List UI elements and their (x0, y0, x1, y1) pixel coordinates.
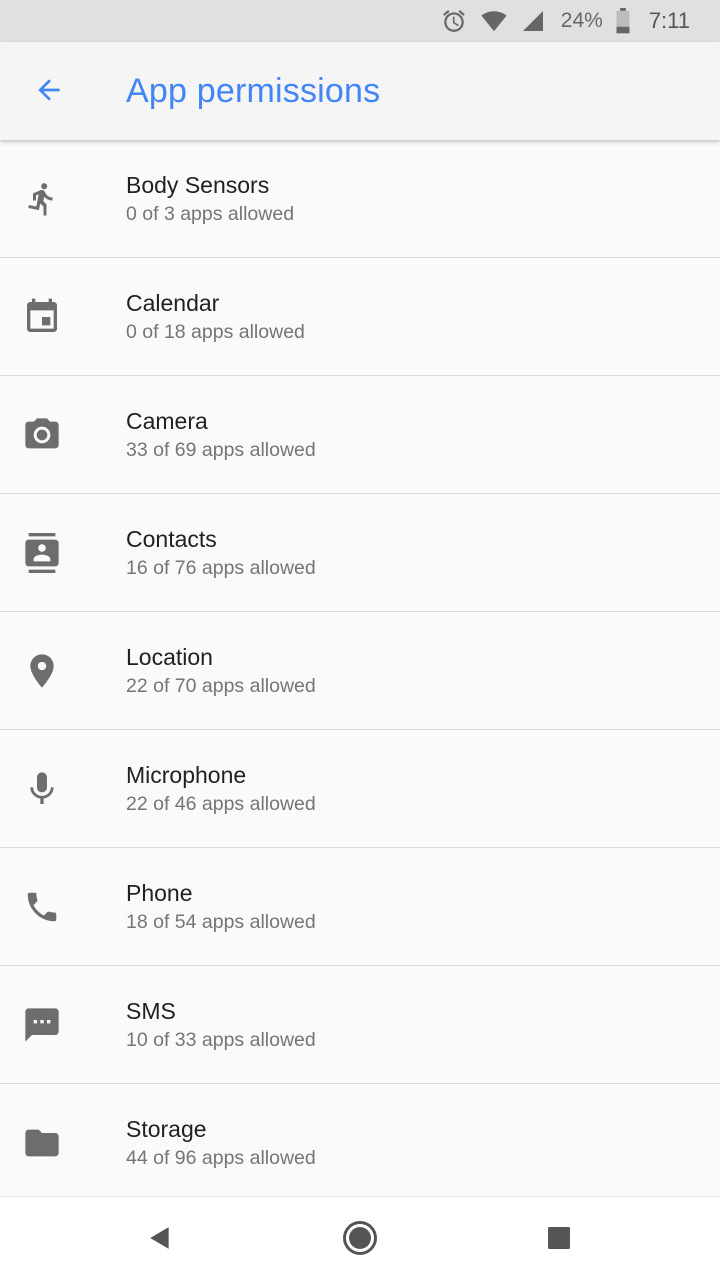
list-item-storage[interactable]: Storage 44 of 96 apps allowed (0, 1084, 720, 1202)
permission-summary: 10 of 33 apps allowed (126, 1029, 316, 1051)
list-item-contacts[interactable]: Contacts 16 of 76 apps allowed (0, 494, 720, 612)
permission-summary: 33 of 69 apps allowed (126, 439, 316, 461)
nav-recents-button[interactable] (537, 1218, 581, 1262)
arrow-back-icon (33, 74, 65, 111)
permission-label: Microphone (126, 762, 247, 788)
permission-summary: 44 of 96 apps allowed (126, 1147, 316, 1169)
list-item-location[interactable]: Location 22 of 70 apps allowed (0, 612, 720, 730)
calendar-icon (22, 297, 62, 337)
permission-label: SMS (126, 998, 176, 1024)
permission-summary: 0 of 18 apps allowed (126, 321, 305, 343)
status-bar: 24% 7:11 (0, 0, 720, 42)
permission-label: Calendar (126, 290, 220, 316)
permission-summary: 18 of 54 apps allowed (126, 911, 316, 933)
nav-back-button[interactable] (138, 1218, 182, 1262)
permission-label: Storage (126, 1116, 207, 1142)
contacts-icon (22, 533, 62, 573)
battery-icon (615, 8, 631, 34)
alarm-icon (441, 8, 467, 34)
sms-icon (22, 1005, 62, 1045)
list-item-sms[interactable]: SMS 10 of 33 apps allowed (0, 966, 720, 1084)
permission-summary: 22 of 70 apps allowed (126, 675, 316, 697)
permission-label: Camera (126, 408, 208, 434)
run-icon (22, 179, 62, 219)
permissions-list: Body Sensors 0 of 3 apps allowed Calenda… (0, 140, 720, 1202)
permission-summary: 16 of 76 apps allowed (126, 557, 316, 579)
microphone-icon (22, 769, 62, 809)
phone-icon (22, 887, 62, 927)
permission-summary: 0 of 3 apps allowed (126, 203, 295, 225)
clock: 7:11 (648, 8, 690, 33)
cell-signal-icon (521, 9, 545, 33)
camera-icon (22, 415, 62, 455)
permission-summary: 22 of 46 apps allowed (126, 793, 316, 815)
permission-label: Location (126, 644, 213, 670)
app-bar: App permissions (0, 42, 720, 140)
list-item-calendar[interactable]: Calendar 0 of 18 apps allowed (0, 258, 720, 376)
list-item-microphone[interactable]: Microphone 22 of 46 apps allowed (0, 730, 720, 848)
system-nav-bar (0, 1196, 720, 1281)
list-item-body-sensors[interactable]: Body Sensors 0 of 3 apps allowed (0, 140, 720, 258)
list-item-phone[interactable]: Phone 18 of 54 apps allowed (0, 848, 720, 966)
wifi-icon (479, 8, 509, 34)
nav-home-button[interactable] (338, 1218, 382, 1262)
nav-home-icon (342, 1220, 378, 1261)
back-button[interactable] (24, 67, 74, 117)
permission-label: Contacts (126, 526, 217, 552)
permission-label: Body Sensors (126, 172, 270, 198)
location-icon (22, 651, 62, 691)
nav-recents-icon (547, 1226, 571, 1255)
list-item-camera[interactable]: Camera 33 of 69 apps allowed (0, 376, 720, 494)
page-title: App permissions (126, 72, 381, 110)
permission-label: Phone (126, 880, 193, 906)
folder-icon (22, 1123, 62, 1163)
battery-percent: 24% (560, 9, 603, 32)
nav-back-icon (147, 1225, 173, 1256)
